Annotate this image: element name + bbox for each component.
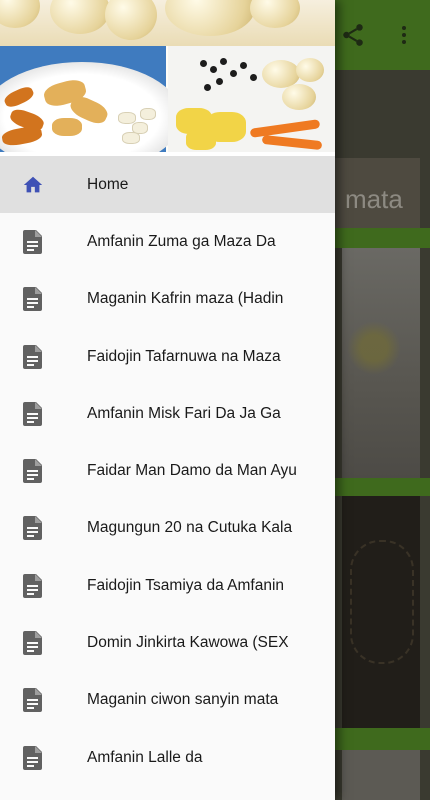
menu-item-article[interactable]: Maganin Kafrin maza (Hadin [0,271,335,328]
navigation-drawer: Home Amfanin Zuma ga Maza Da Maganin Kaf… [0,0,335,800]
menu-item-article[interactable]: Faidojin Tsamiya da Amfanin [0,557,335,614]
menu-item-label: Domin Jinkirta Kawowa (SEX [87,634,289,652]
menu-item-label: Magungun 20 na Cutuka Kala [87,519,293,537]
document-icon [22,229,44,254]
document-icon [22,631,44,656]
document-icon [22,573,44,598]
document-icon [22,516,44,541]
document-icon [22,344,44,369]
document-icon [22,401,44,426]
drawer-menu: Home Amfanin Zuma ga Maza Da Maganin Kaf… [0,156,335,786]
menu-item-label: Home [87,175,129,193]
document-icon [22,688,44,713]
menu-item-article[interactable]: Maganin ciwon sanyin mata [0,672,335,729]
more-options-icon[interactable] [392,22,416,48]
menu-item-label: Maganin Kafrin maza (Hadin [87,290,284,308]
card-overlay-text: mata [345,184,403,214]
document-icon [22,459,44,484]
menu-item-label: Faidojin Tafarnuwa na Maza [87,347,281,365]
menu-item-article[interactable]: Faidojin Tafarnuwa na Maza [0,328,335,385]
menu-item-article[interactable]: Amfanin Misk Fari Da Ja Ga [0,385,335,442]
menu-item-home[interactable]: Home [0,156,335,214]
menu-item-label: Amfanin Lalle da [87,748,203,766]
menu-item-label: Faidar Man Damo da Man Ayu [87,462,297,480]
menu-item-label: Maganin ciwon sanyin mata [87,691,279,709]
drawer-header-image [0,0,335,156]
menu-item-article[interactable]: Domin Jinkirta Kawowa (SEX [0,614,335,671]
menu-item-label: Faidojin Tsamiya da Amfanin [87,576,285,594]
menu-item-article[interactable]: Amfanin Lalle da [0,729,335,786]
menu-item-article[interactable]: Faidar Man Damo da Man Ayu [0,442,335,499]
menu-item-article[interactable]: Amfanin Zuma ga Maza Da [0,213,335,270]
home-icon [22,173,44,197]
menu-item-label: Amfanin Misk Fari Da Ja Ga [87,404,281,422]
menu-item-article[interactable]: Magungun 20 na Cutuka Kala [0,500,335,557]
document-icon [22,745,44,770]
menu-item-label: Amfanin Zuma ga Maza Da [87,232,276,250]
content-card[interactable] [342,750,420,800]
share-icon[interactable] [340,22,366,48]
document-icon [22,287,44,312]
